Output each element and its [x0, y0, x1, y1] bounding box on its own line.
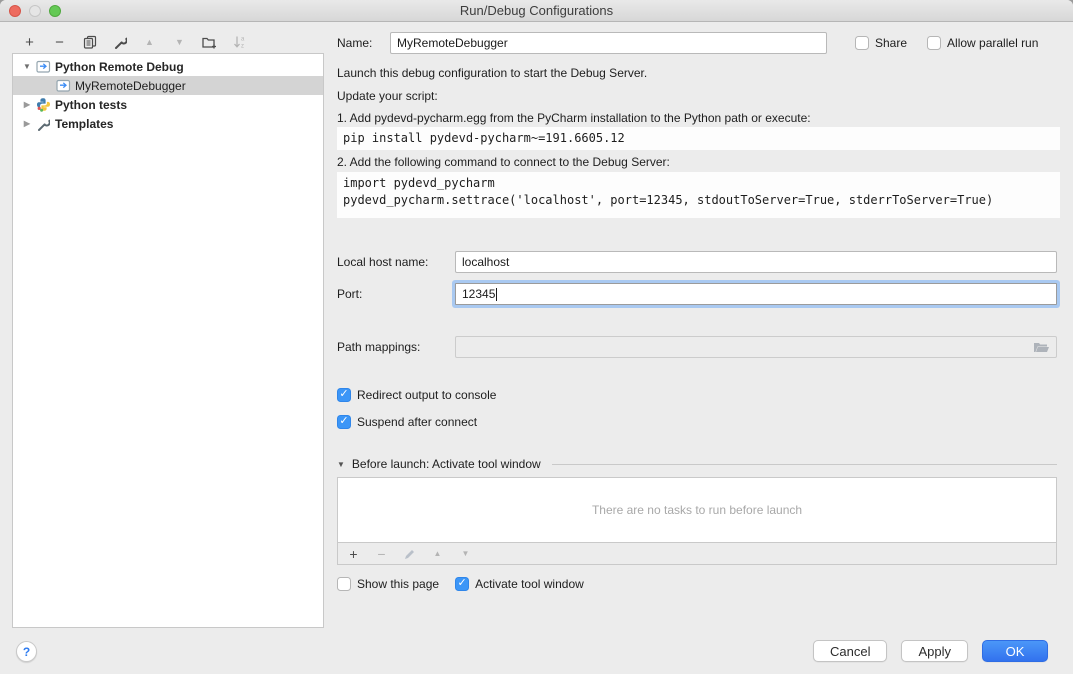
tree-item-templates[interactable]: ▶ Templates — [13, 114, 323, 133]
redirect-output-checkbox[interactable]: ✓ Redirect output to console — [337, 388, 496, 402]
before-launch-header[interactable]: ▼ Before launch: Activate tool window — [337, 457, 1057, 471]
remote-debug-icon — [35, 59, 51, 75]
tree-item-myremotedebugger[interactable]: MyRemoteDebugger — [13, 76, 323, 95]
window-title: Run/Debug Configurations — [460, 3, 613, 18]
before-launch-toolbar: + − ▲ ▼ — [337, 543, 1057, 565]
svg-text:z: z — [241, 44, 244, 50]
port-input[interactable]: 12345 — [455, 283, 1057, 305]
checkbox-box[interactable]: ✓ — [337, 577, 351, 591]
share-checkbox[interactable]: ✓ Share — [855, 36, 907, 50]
titlebar: Run/Debug Configurations — [0, 0, 1073, 22]
close-button[interactable] — [9, 5, 21, 17]
collapsed-arrow-icon[interactable]: ▶ — [21, 100, 33, 109]
redirect-output-label: Redirect output to console — [357, 388, 496, 402]
tree-item-python-tests[interactable]: ▶ Python tests — [13, 95, 323, 114]
add-icon[interactable]: + — [22, 34, 37, 50]
checkbox-box[interactable]: ✓ — [455, 577, 469, 591]
divider — [552, 464, 1057, 465]
checkbox-box[interactable]: ✓ — [337, 388, 351, 402]
templates-wrench-icon — [35, 116, 51, 132]
help-question-icon: ? — [23, 645, 30, 659]
cancel-button[interactable]: Cancel — [813, 640, 887, 662]
minimize-button[interactable] — [29, 5, 41, 17]
activate-tool-window-label: Activate tool window — [475, 577, 584, 591]
run-debug-configurations-dialog: Run/Debug Configurations + − ▲ ▼ az ▼ Py… — [0, 0, 1073, 674]
tree-item-python-remote-debug[interactable]: ▼ Python Remote Debug — [13, 57, 323, 76]
browse-folder-icon[interactable] — [1033, 341, 1050, 354]
settrace-code-line-1: import pydevd_pycharm — [343, 175, 1054, 192]
before-launch-task-list[interactable]: There are no tasks to run before launch — [337, 477, 1057, 543]
python-tests-icon — [35, 97, 51, 113]
move-up-icon[interactable]: ▲ — [142, 34, 157, 50]
collapse-arrow-icon[interactable]: ▼ — [337, 460, 345, 469]
remote-debug-icon — [55, 78, 71, 94]
new-folder-icon[interactable] — [202, 34, 217, 50]
empty-tasks-text: There are no tasks to run before launch — [592, 503, 802, 517]
collapsed-arrow-icon[interactable]: ▶ — [21, 119, 33, 128]
instruction-line-1: Launch this debug configuration to start… — [337, 66, 647, 80]
tree-item-label: Python Remote Debug — [55, 60, 184, 74]
apply-button[interactable]: Apply — [901, 640, 968, 662]
name-input[interactable]: MyRemoteDebugger — [390, 32, 827, 54]
settrace-code-line-2: pydevd_pycharm.settrace('localhost', por… — [343, 192, 1054, 209]
svg-text:a: a — [241, 37, 245, 43]
instruction-line-2: Update your script: — [337, 89, 438, 103]
suspend-after-connect-label: Suspend after connect — [357, 415, 477, 429]
move-down-icon[interactable]: ▼ — [172, 34, 187, 50]
settrace-code: import pydevd_pycharm pydevd_pycharm.set… — [337, 172, 1060, 218]
show-this-page-checkbox[interactable]: ✓ Show this page — [337, 577, 439, 591]
copy-icon[interactable] — [82, 34, 97, 50]
before-launch-title: Before launch: Activate tool window — [352, 457, 541, 471]
edit-defaults-wrench-icon[interactable] — [112, 34, 127, 50]
name-label: Name: — [337, 36, 379, 50]
zoom-button[interactable] — [49, 5, 61, 17]
page-options-row: ✓ Show this page ✓ Activate tool window — [337, 577, 584, 591]
path-mappings-label: Path mappings: — [337, 340, 455, 354]
text-caret — [496, 288, 497, 301]
help-button[interactable]: ? — [16, 641, 37, 662]
path-mappings-input[interactable] — [455, 336, 1057, 358]
dialog-buttons: Cancel Apply OK — [813, 640, 1048, 662]
ok-button[interactable]: OK — [982, 640, 1048, 662]
instruction-step-1: 1. Add pydevd-pycharm.egg from the PyCha… — [337, 111, 811, 125]
suspend-after-connect-checkbox[interactable]: ✓ Suspend after connect — [337, 415, 477, 429]
share-label: Share — [875, 36, 907, 50]
add-task-icon[interactable]: + — [346, 546, 361, 562]
local-host-row: Local host name: localhost — [337, 251, 1057, 273]
instruction-step-2: 2. Add the following command to connect … — [337, 155, 670, 169]
configurations-tree: ▼ Python Remote Debug MyRemoteDebugger ▶… — [12, 53, 324, 628]
path-mappings-row: Path mappings: — [337, 336, 1057, 358]
local-host-label: Local host name: — [337, 255, 455, 269]
expanded-arrow-icon[interactable]: ▼ — [21, 62, 33, 71]
activate-tool-window-checkbox[interactable]: ✓ Activate tool window — [455, 577, 584, 591]
tree-item-label: MyRemoteDebugger — [75, 79, 186, 93]
tree-item-label: Templates — [55, 117, 113, 131]
port-row: Port: 12345 — [337, 283, 1057, 305]
local-host-input[interactable]: localhost — [455, 251, 1057, 273]
move-task-up-icon[interactable]: ▲ — [430, 546, 445, 562]
allow-parallel-run-checkbox[interactable]: ✓ Allow parallel run — [927, 36, 1038, 50]
name-row: Name: MyRemoteDebugger ✓ Share ✓ Allow p… — [337, 32, 1057, 54]
remove-task-icon[interactable]: − — [374, 546, 389, 562]
allow-parallel-run-label: Allow parallel run — [947, 36, 1038, 50]
checkbox-box[interactable]: ✓ — [337, 415, 351, 429]
edit-task-pencil-icon[interactable] — [402, 546, 417, 562]
pip-install-code: pip install pydevd-pycharm~=191.6605.12 — [337, 127, 1060, 150]
sort-alphabetically-icon[interactable]: az — [232, 34, 247, 50]
window-controls — [9, 5, 61, 17]
checkbox-box[interactable]: ✓ — [927, 36, 941, 50]
tree-item-label: Python tests — [55, 98, 127, 112]
move-task-down-icon[interactable]: ▼ — [458, 546, 473, 562]
port-label: Port: — [337, 287, 455, 301]
remove-icon[interactable]: − — [52, 34, 67, 50]
checkbox-box[interactable]: ✓ — [855, 36, 869, 50]
show-this-page-label: Show this page — [357, 577, 439, 591]
configurations-toolbar: + − ▲ ▼ az — [22, 33, 247, 51]
